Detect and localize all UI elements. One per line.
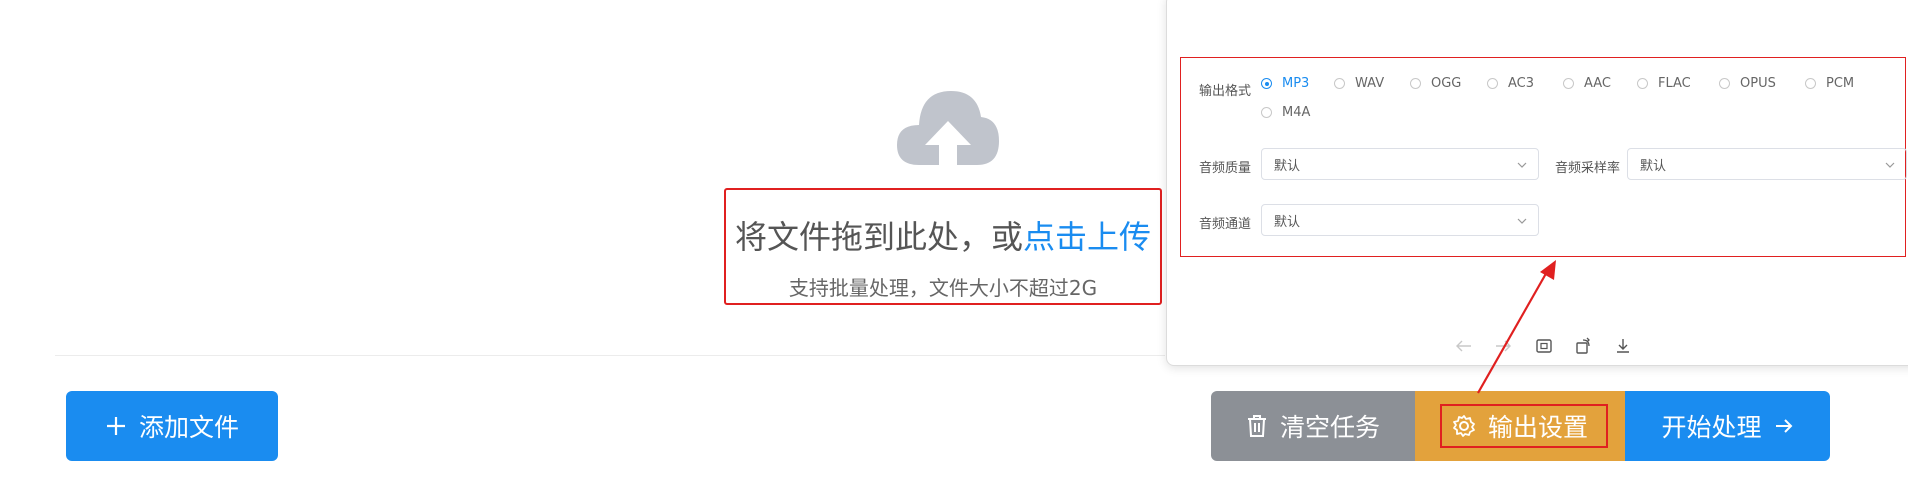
format-option-label: AAC <box>1584 76 1611 91</box>
format-option-m4a[interactable]: M4A <box>1261 105 1310 120</box>
radio-icon <box>1719 78 1730 89</box>
upload-title-text: 将文件拖到此处，或 <box>734 218 1023 256</box>
format-option-label: OPUS <box>1740 76 1776 91</box>
format-option-wav[interactable]: WAV <box>1334 76 1384 91</box>
upload-dropzone[interactable]: 将文件拖到此处，或点击上传 支持批量处理，文件大小不超过2G <box>724 188 1162 305</box>
channel-select[interactable]: 默认 <box>1261 204 1539 236</box>
format-option-label: AC3 <box>1508 76 1535 91</box>
samplerate-label: 音频采样率 <box>1555 161 1621 176</box>
format-label: 输出格式 <box>1199 84 1252 99</box>
add-file-button[interactable]: 添加文件 <box>66 391 278 461</box>
radio-icon <box>1261 107 1272 118</box>
cloud-upload-icon <box>895 85 1001 169</box>
start-processing-button[interactable]: 开始处理 <box>1625 391 1830 461</box>
format-option-label: OGG <box>1431 76 1462 91</box>
channel-label: 音频通道 <box>1199 217 1252 232</box>
format-option-opus[interactable]: OPUS <box>1719 76 1776 91</box>
gear-icon <box>1453 415 1475 437</box>
radio-icon <box>1410 78 1421 89</box>
radio-icon <box>1805 78 1816 89</box>
format-option-aac[interactable]: AAC <box>1563 76 1611 91</box>
samplerate-select-value: 默认 <box>1640 158 1667 174</box>
annotation-arrow <box>1477 260 1556 394</box>
upload-title: 将文件拖到此处，或点击上传 <box>726 212 1160 258</box>
samplerate-select[interactable]: 默认 <box>1627 148 1907 180</box>
radio-icon <box>1487 78 1498 89</box>
format-option-label: PCM <box>1826 76 1855 91</box>
radio-icon <box>1334 78 1345 89</box>
output-settings-button[interactable]: 输出设置 <box>1415 391 1625 461</box>
click-upload-link[interactable]: 点击上传 <box>1023 218 1151 256</box>
download-icon[interactable] <box>1612 335 1634 357</box>
radio-icon <box>1563 78 1574 89</box>
arrow-right-icon <box>1775 419 1792 433</box>
settings-highlight-box: 输出格式 MP3 WAV OGG AC3 AAC FLAC OPUS PCM M… <box>1180 57 1907 257</box>
format-option-flac[interactable]: FLAC <box>1637 76 1691 91</box>
format-option-label: M4A <box>1282 105 1311 120</box>
quality-select[interactable]: 默认 <box>1261 148 1539 180</box>
radio-selected-icon <box>1261 78 1272 89</box>
chevron-down-icon <box>1517 162 1527 168</box>
format-option-label: WAV <box>1355 76 1385 91</box>
clear-tasks-button[interactable]: 清空任务 <box>1211 391 1415 461</box>
rotate-icon[interactable] <box>1572 335 1594 357</box>
plus-icon <box>106 417 125 435</box>
output-settings-label: 输出设置 <box>1487 413 1588 442</box>
clear-tasks-label: 清空任务 <box>1279 413 1380 442</box>
format-option-label: MP3 <box>1282 76 1310 91</box>
format-option-ac3[interactable]: AC3 <box>1487 76 1534 91</box>
format-option-ogg[interactable]: OGG <box>1410 76 1461 91</box>
upload-subtitle: 支持批量处理，文件大小不超过2G <box>788 276 1098 300</box>
radio-icon <box>1637 78 1648 89</box>
trash-icon <box>1247 415 1266 437</box>
format-option-mp3[interactable]: MP3 <box>1261 76 1309 91</box>
channel-select-value: 默认 <box>1274 214 1301 230</box>
format-option-pcm[interactable]: PCM <box>1805 76 1854 91</box>
add-file-label: 添加文件 <box>138 413 239 442</box>
quality-select-value: 默认 <box>1274 158 1301 174</box>
format-option-label: FLAC <box>1658 76 1691 91</box>
start-processing-label: 开始处理 <box>1661 413 1762 442</box>
divider <box>55 355 1165 356</box>
chevron-down-icon <box>1885 162 1895 168</box>
quality-label: 音频质量 <box>1199 161 1252 176</box>
chevron-down-icon <box>1517 218 1527 224</box>
